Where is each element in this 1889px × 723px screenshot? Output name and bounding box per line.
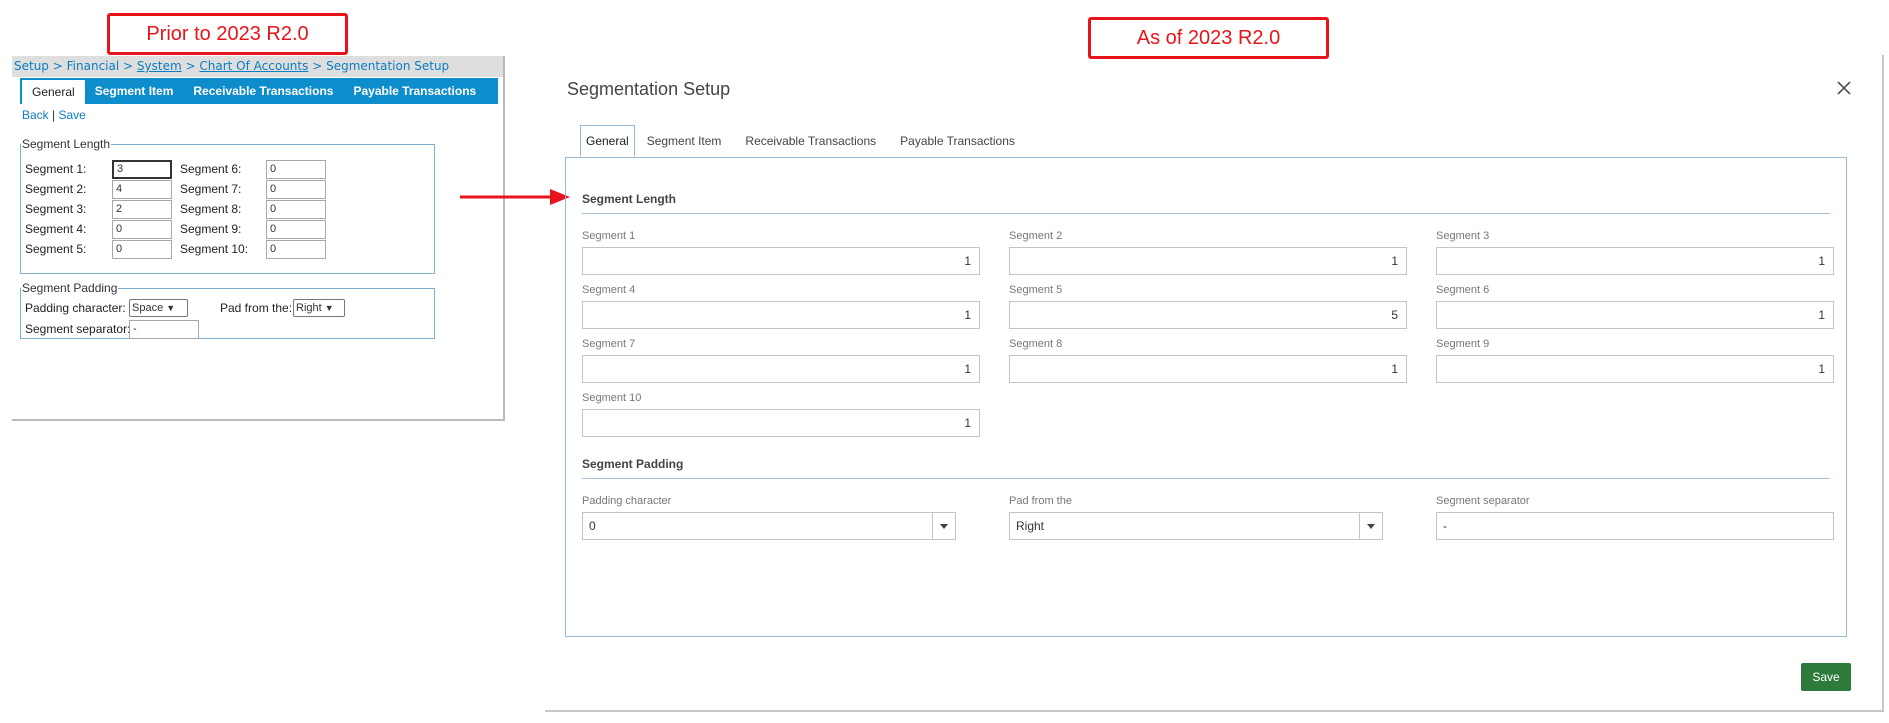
legacy-segment-2-input[interactable]: 4 [112, 180, 172, 199]
legacy-separator-input[interactable]: - [129, 320, 199, 339]
general-tab-panel [565, 157, 1847, 637]
segment-2-label: Segment 2 [1009, 230, 1063, 242]
segment-separator-label: Segment separator [1436, 495, 1530, 507]
legacy-segmentation-panel: Setup > Financial > System > Chart Of Ac… [12, 56, 505, 421]
legacy-segment-8-input[interactable]: 0 [266, 200, 326, 219]
breadcrumb-chart-of-accounts[interactable]: Chart Of Accounts [199, 59, 308, 73]
legacy-segment-length-legend: Segment Length [22, 137, 111, 151]
segment-5-input[interactable]: 5 [1009, 301, 1407, 329]
prior-version-callout: Prior to 2023 R2.0 [107, 13, 348, 55]
segment-3-input[interactable]: 1 [1436, 247, 1834, 275]
legacy-tab-payable-transactions[interactable]: Payable Transactions [343, 78, 486, 104]
link-separator: | [52, 108, 56, 122]
legacy-segment-8-label: Segment 8: [180, 202, 242, 216]
save-link[interactable]: Save [59, 108, 86, 122]
segment-separator-input[interactable]: - [1436, 512, 1834, 540]
chevron-down-icon: ▼ [324, 303, 334, 313]
legacy-segment-6-input[interactable]: 0 [266, 160, 326, 179]
breadcrumb-system[interactable]: System [137, 59, 182, 73]
segment-1-input[interactable]: 1 [582, 247, 980, 275]
pad-from-label: Pad from the [1009, 495, 1072, 507]
tab-bar: General Segment Item Receivable Transact… [580, 125, 1027, 157]
legacy-segment-2-label: Segment 2: [25, 182, 87, 196]
legacy-pad-from-value: Right [296, 302, 322, 314]
close-icon[interactable] [1832, 76, 1856, 100]
segment-10-input[interactable]: 1 [582, 409, 980, 437]
segment-7-input[interactable]: 1 [582, 355, 980, 383]
tab-payable-transactions[interactable]: Payable Transactions [888, 125, 1027, 157]
padding-character-dropdown[interactable]: 0 [582, 512, 956, 540]
legacy-segment-6-label: Segment 6: [180, 162, 242, 176]
legacy-tab-general[interactable]: General [22, 80, 85, 104]
segment-4-label: Segment 4 [582, 284, 636, 296]
legacy-pad-from-label: Pad from the: [220, 301, 293, 315]
legacy-segment-padding-legend: Segment Padding [22, 281, 118, 295]
section-divider [582, 478, 1830, 479]
legacy-segment-4-input[interactable]: 0 [112, 220, 172, 239]
legacy-separator-label: Segment separator: [25, 322, 131, 336]
new-version-callout: As of 2023 R2.0 [1088, 17, 1329, 59]
pad-from-dropdown[interactable]: Right [1009, 512, 1383, 540]
breadcrumb-separator: > [123, 59, 134, 73]
legacy-segment-4-label: Segment 4: [25, 222, 87, 236]
chevron-down-icon[interactable] [932, 513, 955, 539]
breadcrumb-setup[interactable]: Setup [14, 59, 49, 73]
segment-4-input[interactable]: 1 [582, 301, 980, 329]
legacy-action-links: Back | Save [22, 108, 86, 122]
legacy-segment-3-label: Segment 3: [25, 202, 87, 216]
legacy-segment-5-label: Segment 5: [25, 242, 87, 256]
tab-segment-item[interactable]: Segment Item [635, 125, 734, 157]
legacy-tab-bar: General Segment Item Receivable Transact… [20, 78, 498, 104]
chevron-down-icon: ▼ [166, 303, 176, 313]
segment-9-input[interactable]: 1 [1436, 355, 1834, 383]
legacy-segment-7-input[interactable]: 0 [266, 180, 326, 199]
chevron-down-icon[interactable] [1359, 513, 1382, 539]
legacy-segment-9-label: Segment 9: [180, 222, 242, 236]
pad-from-value: Right [1016, 519, 1045, 533]
breadcrumb-financial[interactable]: Financial [67, 59, 120, 73]
segment-length-heading: Segment Length [582, 192, 677, 206]
segmentation-setup-dialog: Segmentation Setup General Segment Item … [545, 55, 1884, 712]
legacy-segment-7-label: Segment 7: [180, 182, 242, 196]
legacy-segment-5-input[interactable]: 0 [112, 240, 172, 259]
segment-6-input[interactable]: 1 [1436, 301, 1834, 329]
dialog-title: Segmentation Setup [567, 79, 731, 99]
breadcrumb-separator: > [312, 59, 323, 73]
breadcrumb-current: Segmentation Setup [326, 59, 450, 73]
tab-receivable-transactions[interactable]: Receivable Transactions [733, 125, 888, 157]
legacy-segment-3-input[interactable]: 2 [112, 200, 172, 219]
legacy-segment-9-input[interactable]: 0 [266, 220, 326, 239]
tab-general[interactable]: General [580, 125, 635, 157]
legacy-padding-character-value: Space [132, 302, 164, 314]
legacy-segment-1-input[interactable]: 3 [112, 160, 172, 179]
segment-10-label: Segment 10 [582, 392, 642, 404]
segment-6-label: Segment 6 [1436, 284, 1490, 296]
padding-character-value: 0 [589, 519, 596, 533]
legacy-segment-10-input[interactable]: 0 [266, 240, 326, 259]
back-link[interactable]: Back [22, 108, 49, 122]
legacy-padding-character-select[interactable]: Space ▼ [129, 299, 188, 317]
padding-character-label: Padding character [582, 495, 672, 507]
segment-7-label: Segment 7 [582, 338, 636, 350]
breadcrumb-separator: > [52, 59, 63, 73]
section-divider [582, 213, 1830, 214]
legacy-tab-receivable-transactions[interactable]: Receivable Transactions [183, 78, 343, 104]
breadcrumb-separator: > [185, 59, 196, 73]
legacy-padding-character-label: Padding character: [25, 301, 126, 315]
legacy-pad-from-select[interactable]: Right ▼ [293, 299, 345, 317]
segment-padding-heading: Segment Padding [582, 457, 684, 471]
breadcrumb: Setup > Financial > System > Chart Of Ac… [12, 56, 503, 77]
segment-8-label: Segment 8 [1009, 338, 1063, 350]
segment-8-input[interactable]: 1 [1009, 355, 1407, 383]
legacy-segment-10-label: Segment 10: [180, 242, 249, 256]
legacy-tab-segment-item[interactable]: Segment Item [85, 78, 184, 104]
segment-3-label: Segment 3 [1436, 230, 1490, 242]
legacy-segment-1-label: Segment 1: [25, 162, 87, 176]
segment-1-label: Segment 1 [582, 230, 636, 242]
segment-9-label: Segment 9 [1436, 338, 1490, 350]
save-button[interactable]: Save [1801, 663, 1851, 691]
segment-5-label: Segment 5 [1009, 284, 1063, 296]
segment-2-input[interactable]: 1 [1009, 247, 1407, 275]
